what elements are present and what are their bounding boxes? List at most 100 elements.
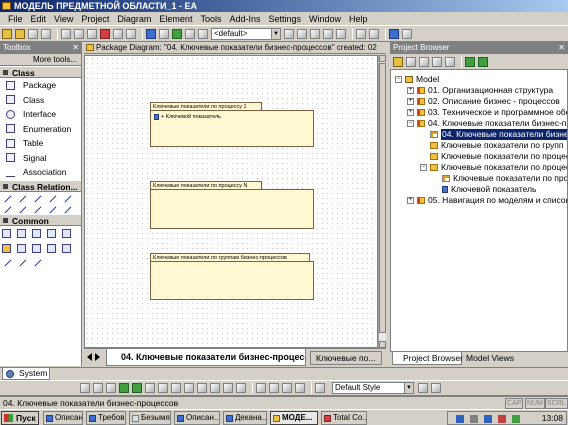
taskbar-item[interactable]: Декана... [223, 411, 267, 425]
usage-icon[interactable] [46, 203, 57, 213]
generalization-icon[interactable] [1, 192, 12, 202]
browser-options-icon[interactable] [432, 56, 442, 67]
taskbar-item[interactable]: Описан... [43, 411, 83, 425]
trace-link-icon[interactable] [31, 256, 42, 266]
requirement-icon[interactable] [62, 228, 71, 238]
move-up-icon[interactable] [465, 56, 475, 67]
chevron-down-icon[interactable]: ▼ [271, 28, 280, 39]
package-element-icon[interactable] [2, 243, 11, 253]
dependency-link-icon[interactable] [16, 256, 27, 266]
association-arrow-icon[interactable] [16, 192, 27, 202]
collapse-icon[interactable]: − [395, 76, 402, 83]
align-top-icon[interactable] [171, 383, 181, 393]
expand-icon[interactable]: + [407, 197, 414, 204]
taskbar-item[interactable]: Требов... [86, 411, 126, 425]
realization-icon[interactable] [46, 192, 57, 202]
collapse-icon[interactable]: − [407, 120, 414, 127]
tree-node-model[interactable]: − Model [395, 74, 439, 85]
font-color-icon[interactable] [282, 383, 292, 393]
zoom-out-icon[interactable] [132, 383, 142, 393]
expand-icon[interactable]: + [407, 98, 414, 105]
tree-node-process-b[interactable]: − Ключевые показатели по процес [420, 162, 567, 173]
diagram-canvas[interactable]: Ключевые показатели по процессу 1 + Ключ… [84, 55, 378, 348]
zoom-in-icon[interactable] [119, 383, 129, 393]
menu-window[interactable]: Window [309, 14, 341, 24]
tree-node-05[interactable]: + 05. Навигация по моделям и список [407, 195, 567, 206]
tray-app-icon[interactable] [512, 415, 520, 423]
italic-icon[interactable] [93, 383, 103, 393]
taskbar-item[interactable]: Описан... [174, 411, 220, 425]
toolbox-item-table[interactable]: Table [0, 136, 81, 151]
toolbox-item-class[interactable]: Class [0, 93, 81, 108]
properties-icon[interactable] [159, 28, 169, 39]
tree-node-04-diagram[interactable]: 04. Ключевые показатели бизне [430, 129, 567, 140]
trace-icon[interactable] [31, 203, 42, 213]
zoom-fit-icon[interactable] [145, 383, 155, 393]
tree-node-03[interactable]: + 03. Техническое и программное обе [407, 107, 567, 118]
scroll-down-button[interactable] [379, 341, 386, 348]
bold-icon[interactable] [80, 383, 90, 393]
tab-key-indicators-diagram[interactable]: 04. Ключевые показатели бизнес-процессов [106, 349, 306, 366]
toolbox-item-enumeration[interactable]: Enumeration [0, 122, 81, 137]
close-icon[interactable]: ✕ [558, 42, 565, 54]
line-color-icon[interactable] [269, 383, 279, 393]
menu-diagram[interactable]: Diagram [117, 14, 151, 24]
network-icon[interactable] [456, 415, 464, 423]
note-icon[interactable] [2, 228, 11, 238]
aggregation-icon[interactable] [61, 192, 72, 202]
cut-icon[interactable] [61, 28, 71, 39]
tree-node-key-indicator[interactable]: Ключевой показатель [442, 184, 536, 195]
tab-next-icon[interactable] [95, 353, 100, 361]
open-project-icon[interactable] [15, 28, 25, 39]
grid-icon[interactable] [356, 28, 366, 39]
new-package-icon[interactable] [393, 56, 403, 67]
close-icon[interactable]: ✕ [72, 42, 79, 54]
menu-project[interactable]: Project [81, 14, 109, 24]
toolbox-section-common[interactable]: Common [0, 213, 81, 226]
nesting-icon[interactable] [16, 203, 27, 213]
diagram-vertical-scrollbar[interactable] [378, 55, 386, 348]
diagram-tab-bar[interactable]: Package Diagram: "04. Ключевые показател… [84, 42, 386, 54]
volume-icon[interactable] [470, 415, 478, 423]
more-tools-button[interactable]: More tools... [0, 54, 81, 66]
zoom-100-icon[interactable] [158, 383, 168, 393]
toolbox-item-association[interactable]: Association [0, 165, 81, 180]
tree-node-04[interactable]: − 04. Ключевые показатели бизнес-пр [407, 118, 567, 129]
menu-help[interactable]: Help [349, 14, 368, 24]
issue-icon[interactable] [17, 243, 26, 253]
properties-icon[interactable] [445, 56, 455, 67]
paste-icon[interactable] [87, 28, 97, 39]
scroll-thumb[interactable] [379, 63, 386, 333]
tree-node-01[interactable]: + 01. Организационная структура [407, 85, 553, 96]
note-link-icon[interactable] [1, 256, 12, 266]
same-width-icon[interactable] [210, 383, 220, 393]
tree-node-02[interactable]: + 02. Описание бизнес - процессов [407, 96, 560, 107]
menu-view[interactable]: View [54, 14, 73, 24]
language-ru-icon[interactable] [484, 415, 492, 423]
tree-node-process-diagram[interactable]: Ключевые показатели по проце [442, 173, 567, 184]
copy-icon[interactable] [74, 28, 84, 39]
change-icon[interactable] [32, 243, 41, 253]
align-left-icon[interactable] [297, 28, 307, 39]
composition-icon[interactable] [1, 203, 12, 213]
taskbar-item-active[interactable]: МОДЕ... [270, 411, 318, 425]
style-select[interactable]: Default Style ▼ [332, 382, 414, 394]
tab-project-browser[interactable]: Project Browser [392, 352, 463, 365]
new-project-icon[interactable] [2, 28, 12, 39]
model-view-icon[interactable] [146, 28, 156, 39]
chevron-down-icon[interactable]: ▼ [404, 383, 413, 393]
tree-node-groups[interactable]: Ключевые показатели по групп [430, 140, 563, 151]
menu-add-ins[interactable]: Add-Ins [229, 14, 260, 24]
link-icon[interactable] [369, 28, 379, 39]
paint-icon[interactable] [418, 383, 428, 393]
menu-tools[interactable]: Tools [200, 14, 221, 24]
antivirus-icon[interactable] [498, 415, 506, 423]
scroll-up-button[interactable] [379, 55, 386, 62]
print-icon[interactable] [41, 28, 51, 39]
undo-icon[interactable] [113, 28, 123, 39]
hyperlink-icon[interactable] [62, 243, 71, 253]
tab-model-views[interactable]: Model Views [464, 353, 524, 365]
text-icon[interactable] [323, 28, 333, 39]
dependency-icon[interactable] [31, 192, 42, 202]
text-element-icon[interactable] [17, 228, 26, 238]
